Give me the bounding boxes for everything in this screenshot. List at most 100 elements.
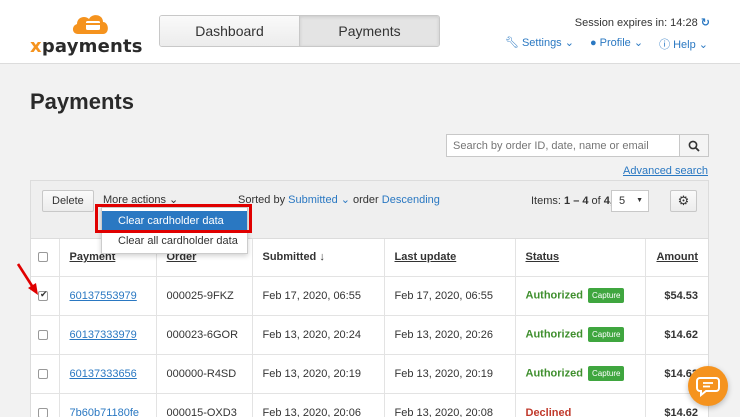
chevron-down-icon: ⌄ [340, 194, 350, 206]
amount-cell: $14.62 [645, 315, 708, 355]
profile-label: Profile [599, 37, 631, 49]
tab-payments[interactable]: Payments [299, 16, 439, 46]
row-checkbox[interactable] [38, 368, 48, 379]
col-status-label: Status [525, 251, 560, 264]
tab-dashboard[interactable]: Dashboard [160, 16, 299, 46]
help-menu[interactable]: ⓘ Help ⌄ [659, 36, 708, 52]
xpayments-logo[interactable]: xpayments [30, 12, 143, 58]
row-select-cell [31, 393, 60, 417]
order-cell: 000025-9FKZ [156, 276, 253, 316]
items-prefix: Items: [531, 195, 561, 207]
status-badge: Authorized [525, 328, 583, 341]
settings-label: Settings [521, 37, 562, 49]
capture-button[interactable]: Capture [588, 288, 625, 303]
cloud-card-icon [72, 15, 108, 34]
row-select-cell [31, 315, 60, 355]
table-row: 60137333979 000023-6GOR Feb 13, 2020, 20… [31, 315, 708, 355]
sort-order-select[interactable]: Descending [382, 194, 440, 206]
refresh-icon[interactable]: ↻ [701, 17, 710, 29]
submitted-cell: Feb 13, 2020, 20:06 [252, 393, 385, 417]
sort-controls: Sorted by Submitted ⌄ order Descending [238, 193, 440, 206]
table-row: 7b60b71180fe 000015-OXD3 Feb 13, 2020, 2… [31, 393, 708, 417]
status-badge: Declined [525, 406, 572, 417]
payments-table: Payment Order Submitted ↓ Last update St… [31, 239, 708, 417]
per-page-select[interactable]: 5 ▼ [611, 190, 649, 212]
order-cell: 000015-OXD3 [156, 393, 253, 417]
search-bar [446, 134, 709, 157]
search-button[interactable] [679, 134, 709, 157]
status-cell: Authorized Capture [515, 276, 646, 316]
col-submitted[interactable]: Submitted ↓ [252, 239, 385, 277]
payment-link[interactable]: 60137333979 [70, 329, 137, 341]
sort-field-value: Submitted [288, 194, 338, 206]
amount-cell: $54.53 [645, 276, 708, 316]
advanced-search-link[interactable]: Advanced search [623, 165, 708, 177]
order-label: order [353, 194, 379, 206]
col-submitted-label: Submitted [262, 251, 317, 264]
capture-button[interactable]: Capture [588, 327, 625, 342]
chevron-down-icon: ⌄ [633, 37, 644, 49]
updated-cell: Feb 13, 2020, 20:26 [384, 315, 516, 355]
chat-icon [696, 377, 720, 397]
main-nav-tabs: Dashboard Payments [159, 15, 440, 47]
status-cell: Authorized Capture [515, 354, 646, 394]
payment-id-cell: 60137333656 [59, 354, 157, 394]
sort-field-select[interactable]: Submitted ⌄ [288, 194, 350, 206]
per-page-value: 5 [619, 195, 626, 207]
page-title: Payments [30, 89, 134, 114]
settings-menu[interactable]: 🔧︎ Settings ⌄ [505, 36, 574, 52]
capture-button[interactable]: Capture [588, 366, 625, 381]
col-status[interactable]: Status [515, 239, 646, 277]
select-all-checkbox[interactable] [38, 252, 48, 263]
submitted-cell: Feb 17, 2020, 06:55 [252, 276, 385, 316]
order-cell: 000000-R4SD [156, 354, 253, 394]
highlight-box [95, 204, 252, 233]
app-header: xpayments Dashboard Payments Session exp… [0, 0, 740, 64]
items-counter: Items: 1 – 4 of 4, [531, 195, 613, 207]
items-range: 1 – 4 [564, 195, 589, 207]
order-cell: 000023-6GOR [156, 315, 253, 355]
chevron-down-icon: ⌄ [564, 37, 574, 49]
menu-item-clear-all-cardholder-data[interactable]: Clear all cardholder data [102, 231, 247, 251]
red-arrow-icon [16, 263, 38, 295]
payment-id-cell: 7b60b71180fe [59, 393, 157, 417]
help-icon: ⓘ [659, 39, 671, 51]
col-last-update[interactable]: Last update [384, 239, 516, 277]
caret-down-icon: ▼ [636, 197, 643, 204]
session-text: Session expires in: 14:28 [574, 17, 698, 29]
chevron-down-icon: ⌄ [698, 39, 708, 51]
table-row: 60137333656 000000-R4SD Feb 13, 2020, 20… [31, 354, 708, 394]
sort-arrow-icon: ↓ [319, 251, 325, 264]
profile-menu[interactable]: ● Profile ⌄ [590, 36, 643, 52]
table-row: 60137553979 000025-9FKZ Feb 17, 2020, 06… [31, 276, 708, 316]
payment-id-cell: 60137553979 [59, 276, 157, 316]
col-last-update-label: Last update [394, 251, 457, 264]
brand-name: xpayments [30, 36, 143, 57]
payment-id-cell: 60137333979 [59, 315, 157, 355]
col-amount-label: Amount [656, 251, 698, 264]
row-checkbox[interactable] [38, 407, 48, 417]
user-icon: ● [589, 37, 597, 49]
delete-button[interactable]: Delete [42, 190, 94, 212]
session-timer: Session expires in: 14:28 ↻ [575, 16, 710, 29]
updated-cell: Feb 13, 2020, 20:08 [384, 393, 516, 417]
status-badge: Authorized [525, 367, 583, 380]
updated-cell: Feb 17, 2020, 06:55 [384, 276, 516, 316]
gear-icon: ⚙ [677, 193, 690, 208]
help-label: Help [673, 39, 696, 51]
top-nav: 🔧︎ Settings ⌄ ● Profile ⌄ ⓘ Help ⌄ [505, 36, 708, 52]
payment-link[interactable]: 7b60b71180fe [70, 407, 140, 417]
table-settings-button[interactable]: ⚙ [670, 190, 697, 212]
search-input[interactable] [446, 134, 679, 157]
row-checkbox[interactable] [38, 329, 48, 340]
items-of: of [591, 195, 601, 207]
chat-button[interactable] [688, 366, 728, 406]
col-amount[interactable]: Amount [645, 239, 708, 277]
status-cell: Declined [515, 393, 646, 417]
payment-link[interactable]: 60137553979 [70, 290, 137, 302]
submitted-cell: Feb 13, 2020, 20:19 [252, 354, 385, 394]
status-cell: Authorized Capture [515, 315, 646, 355]
status-badge: Authorized [525, 289, 583, 302]
payment-link[interactable]: 60137333656 [70, 368, 137, 380]
wrench-icon: 🔧︎ [504, 37, 519, 49]
